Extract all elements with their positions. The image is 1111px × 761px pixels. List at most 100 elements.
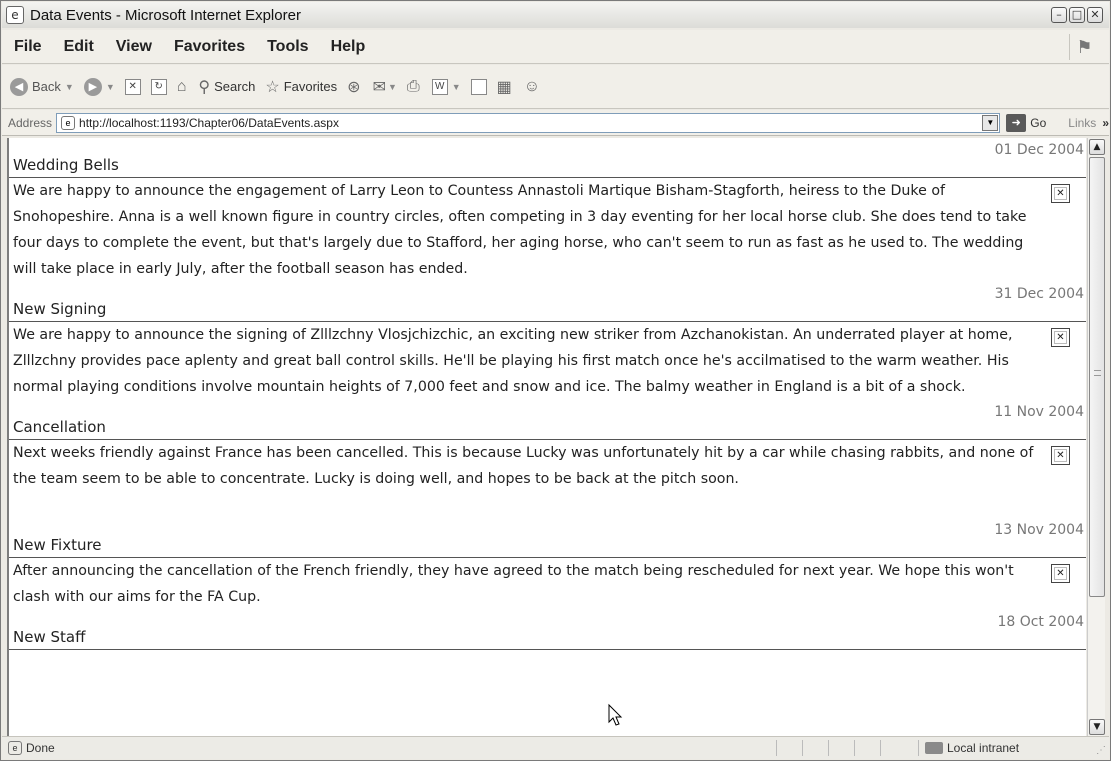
star-icon: ☆ [265, 78, 280, 96]
refresh-icon[interactable]: ↻ [150, 78, 167, 95]
forward-arrow-icon[interactable]: ▶ [83, 77, 102, 96]
status-divider [854, 740, 880, 756]
security-zone[interactable]: Local intranet [918, 740, 1019, 756]
title-bar: e Data Events - Microsoft Internet Explo… [2, 2, 1109, 28]
menu-help[interactable]: Help [320, 38, 377, 56]
vertical-scrollbar[interactable]: ▲ ▼ [1087, 138, 1105, 736]
edit-icon[interactable]: W [431, 78, 448, 95]
close-icon[interactable]: ✕ [1051, 184, 1070, 203]
favorites-button[interactable]: ☆ Favorites [265, 77, 337, 97]
print-icon[interactable]: ⎙ [407, 78, 420, 96]
window-controls: – □ ✕ [1051, 7, 1103, 23]
go-arrow-icon: ➜ [1006, 113, 1027, 132]
event-date: 13 Nov 2004 [994, 522, 1084, 538]
intranet-icon [925, 742, 943, 754]
menu-tools[interactable]: Tools [256, 38, 319, 56]
messenger-icon[interactable]: ☺ [524, 78, 540, 96]
event-title: New Staff [13, 628, 86, 646]
back-arrow-icon: ◀ [10, 77, 28, 96]
resize-grip-icon[interactable]: ⋰ [1096, 745, 1106, 756]
address-dropdown-icon[interactable]: ▼ [982, 114, 999, 131]
menu-edit[interactable]: Edit [53, 38, 105, 56]
minimize-button[interactable]: – [1051, 7, 1067, 23]
status-divider [880, 740, 906, 756]
links-button[interactable]: Links » [1068, 116, 1109, 130]
event-body: We are happy to announce the signing of … [9, 322, 1086, 400]
address-label: Address [8, 115, 53, 130]
window-title: Data Events - Microsoft Internet Explore… [30, 6, 301, 24]
event-body: Next weeks friendly against France has b… [9, 440, 1086, 518]
scroll-down-icon[interactable]: ▼ [1089, 719, 1105, 735]
status-panes [776, 740, 906, 756]
mouse-cursor-icon [608, 703, 623, 726]
grip-icon [1094, 370, 1101, 376]
event-header: New Staff 18 Oct 2004 [9, 610, 1086, 650]
scrollbar-thumb[interactable] [1089, 157, 1105, 597]
page-status-icon: e [8, 741, 22, 755]
page-icon: e [61, 115, 76, 130]
event-text: After announcing the cancellation of the… [13, 563, 1014, 605]
back-button[interactable]: ◀ Back [10, 77, 61, 96]
discuss-icon[interactable] [470, 78, 487, 95]
event-text: We are happy to announce the engagement … [13, 183, 1027, 277]
maximize-button[interactable]: □ [1069, 7, 1085, 23]
home-icon[interactable]: ⌂ [177, 78, 187, 96]
close-icon[interactable]: ✕ [1051, 564, 1070, 583]
event-date: 01 Dec 2004 [994, 142, 1084, 158]
event-body: We are happy to announce the engagement … [9, 178, 1086, 282]
chevron-right-icon: » [1102, 115, 1109, 130]
event-item: Wedding Bells 01 Dec 2004 We are happy t… [9, 138, 1086, 282]
close-icon[interactable]: ✕ [1051, 446, 1070, 465]
history-icon[interactable]: ⊛ [347, 77, 360, 97]
back-label: Back [32, 79, 61, 94]
close-icon[interactable]: ✕ [1051, 328, 1070, 347]
stop-icon[interactable]: ✕ [124, 78, 141, 95]
status-text: Done [26, 741, 55, 755]
go-label: Go [1030, 115, 1047, 130]
event-title: New Signing [13, 300, 107, 318]
event-item: New Signing 31 Dec 2004 We are happy to … [9, 282, 1086, 400]
event-date: 31 Dec 2004 [994, 286, 1084, 302]
close-button[interactable]: ✕ [1087, 7, 1103, 23]
event-header: Cancellation 11 Nov 2004 [9, 400, 1086, 440]
mail-icon[interactable]: ✉ [373, 77, 386, 97]
event-header: New Fixture 13 Nov 2004 [9, 518, 1086, 558]
favorites-label: Favorites [283, 79, 338, 94]
menu-view[interactable]: View [105, 38, 163, 56]
status-divider [776, 740, 802, 756]
event-date: 18 Oct 2004 [997, 614, 1084, 630]
browser-window: e Data Events - Microsoft Internet Explo… [0, 0, 1111, 761]
search-icon: ⚲ [198, 78, 211, 96]
go-button[interactable]: ➜ Go [1006, 113, 1047, 132]
mail-dropdown-icon[interactable]: ▼ [388, 82, 397, 92]
event-header: Wedding Bells 01 Dec 2004 [9, 138, 1086, 178]
search-button[interactable]: ⚲ Search [198, 77, 255, 97]
event-text: We are happy to announce the signing of … [13, 327, 1013, 395]
event-body: After announcing the cancellation of the… [9, 558, 1086, 610]
research-icon[interactable]: ▦ [497, 77, 512, 97]
toolbar: ◀ Back ▼ ▶ ▼ ✕ ↻ ⌂ ⚲ Search ☆ Favorites … [2, 65, 1109, 109]
edit-dropdown-icon[interactable]: ▼ [452, 82, 461, 92]
address-url: http://localhost:1193/Chapter06/DataEven… [79, 115, 339, 130]
links-label: Links [1068, 115, 1097, 130]
event-title: Wedding Bells [13, 156, 119, 174]
ie-icon: e [6, 6, 24, 24]
address-input[interactable]: e http://localhost:1193/Chapter06/DataEv… [56, 112, 1001, 133]
search-label: Search [214, 79, 256, 94]
status-divider [828, 740, 854, 756]
event-title: Cancellation [13, 418, 106, 436]
event-header: New Signing 31 Dec 2004 [9, 282, 1086, 322]
menu-file[interactable]: File [2, 38, 53, 56]
event-text: Next weeks friendly against France has b… [13, 445, 1034, 487]
forward-dropdown-icon[interactable]: ▼ [106, 82, 115, 92]
menu-favorites[interactable]: Favorites [163, 38, 256, 56]
event-title: New Fixture [13, 536, 102, 554]
zone-label: Local intranet [947, 741, 1020, 755]
address-bar: Address e http://localhost:1193/Chapter0… [2, 110, 1109, 136]
event-item: New Staff 18 Oct 2004 [9, 610, 1086, 650]
back-dropdown-icon[interactable]: ▼ [65, 82, 74, 92]
event-item: New Fixture 13 Nov 2004 After announcing… [9, 518, 1086, 610]
status-divider [802, 740, 828, 756]
event-date: 11 Nov 2004 [994, 404, 1084, 420]
scroll-up-icon[interactable]: ▲ [1089, 139, 1105, 155]
